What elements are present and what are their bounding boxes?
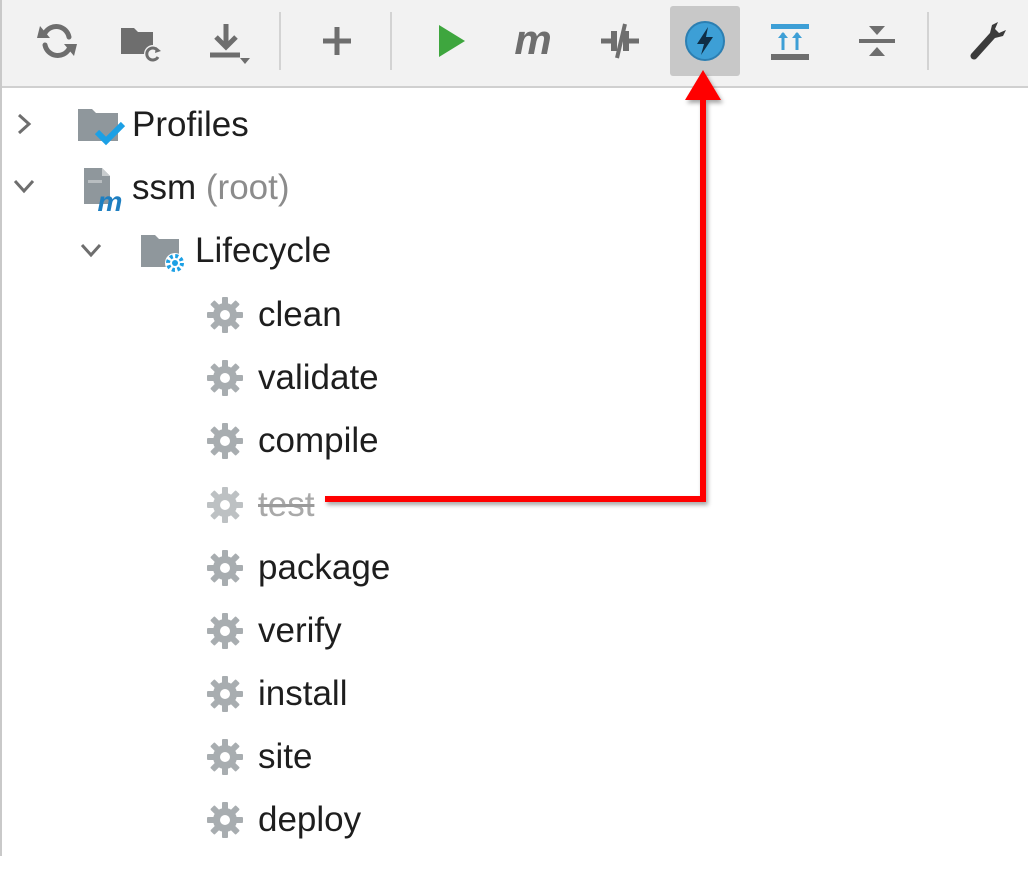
maven-m-icon: m [514, 16, 551, 63]
gear-icon [205, 358, 245, 398]
svg-text:m: m [98, 186, 123, 217]
tree-node-label-group: ssm (root) [132, 168, 290, 208]
goal-label: verify [258, 611, 342, 650]
toggle-offline-mode-button[interactable] [585, 6, 655, 76]
chevron-right-icon[interactable] [10, 110, 38, 138]
execute-maven-goal-button[interactable]: m [498, 6, 568, 76]
run-icon [439, 25, 465, 57]
profiles-folder-icon [75, 101, 126, 151]
goal-label: site [258, 737, 313, 776]
goal-label-skipped: test [258, 485, 315, 524]
run-goal-button[interactable] [415, 6, 485, 76]
gear-icon [205, 800, 245, 840]
toolbar-separator [927, 12, 929, 70]
goal-label: validate [258, 358, 379, 397]
wrench-icon [970, 22, 1006, 60]
refresh-icon [37, 24, 77, 58]
lightning-icon [685, 21, 725, 61]
toolbar-separator [390, 12, 392, 70]
goal-label: package [258, 548, 391, 587]
add-project-button[interactable] [302, 6, 372, 76]
gear-icon [205, 674, 245, 714]
offline-icon [601, 23, 639, 59]
project-name: ssm [132, 168, 197, 207]
tree-node-label: Profiles [132, 105, 249, 144]
toolbar-separator [279, 12, 281, 70]
gear-icon [205, 485, 245, 525]
goal-label: compile [258, 421, 379, 460]
generate-sources-button[interactable] [105, 6, 175, 76]
reload-all-projects-button[interactable] [22, 6, 92, 76]
download-sources-button[interactable] [192, 6, 262, 76]
expand-all-icon [771, 24, 809, 60]
download-icon [210, 24, 250, 64]
project-root-suffix: (root) [205, 168, 290, 207]
maven-toolbar: m [2, 0, 1028, 88]
gear-icon [205, 421, 245, 461]
chevron-down-icon[interactable] [77, 236, 105, 264]
chevron-down-icon[interactable] [10, 172, 38, 200]
tree-node-label: Lifecycle [195, 231, 332, 270]
plus-icon [323, 27, 351, 55]
maven-project-icon: m [78, 164, 128, 217]
goal-label: clean [258, 295, 342, 334]
skip-tests-button[interactable] [670, 6, 740, 76]
gear-icon [205, 295, 245, 335]
gear-icon [205, 737, 245, 777]
folder-refresh-icon [121, 28, 162, 63]
gear-icon [205, 548, 245, 588]
svg-text:m: m [514, 16, 551, 63]
expand-all-button[interactable] [755, 6, 825, 76]
goal-label: deploy [258, 800, 362, 839]
gear-icon [205, 611, 245, 651]
maven-tool-window: m Profiles m ssm (root) Lifecycle clean … [0, 0, 1028, 856]
lifecycle-folder-icon [139, 227, 189, 277]
goal-label: install [258, 674, 348, 713]
collapse-all-button[interactable] [842, 6, 912, 76]
collapse-all-icon [859, 26, 895, 56]
maven-settings-button[interactable] [952, 6, 1022, 76]
